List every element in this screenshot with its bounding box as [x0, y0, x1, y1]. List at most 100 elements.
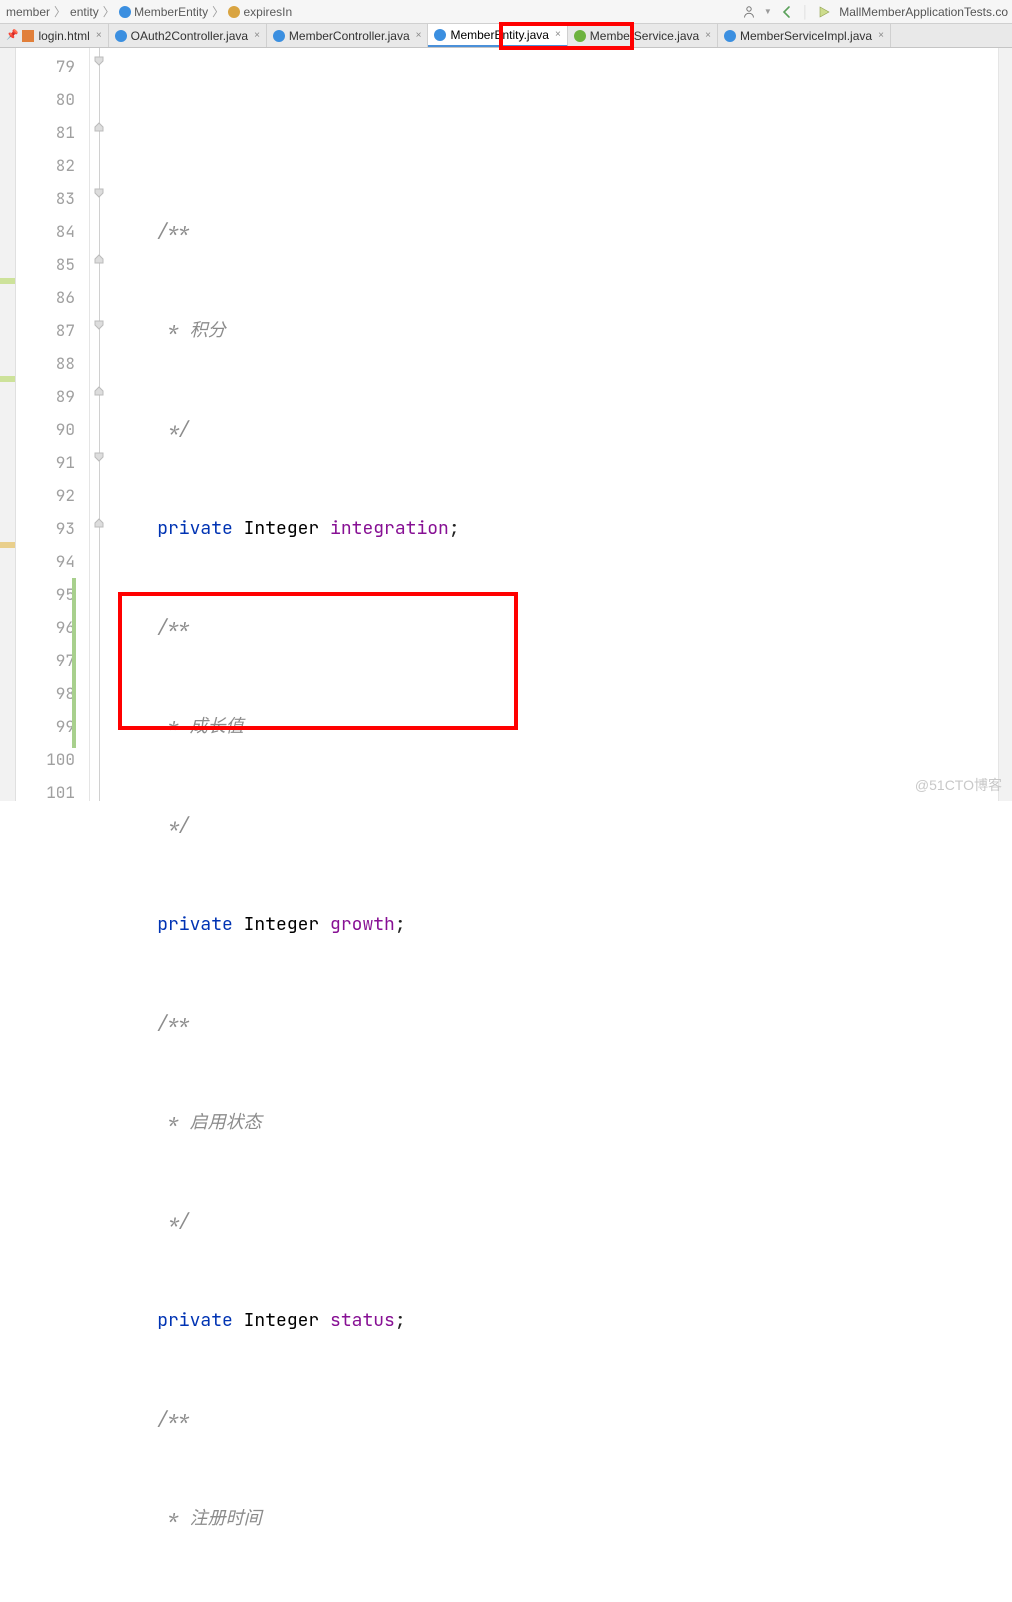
- breadcrumb-item-member[interactable]: member: [2, 5, 54, 19]
- class-icon: [119, 6, 131, 18]
- toolbar-right: ▼ │ MallMemberApplicationTests.co: [742, 5, 1008, 19]
- line-number: 97: [16, 644, 89, 677]
- class-icon: [273, 30, 285, 42]
- editor: 79 80 81 82 83 84 85 86 87 88 89 90 91 9…: [0, 48, 1012, 801]
- code-line: private Integer status;: [110, 1304, 998, 1337]
- header-bar: member 〉 entity 〉 MemberEntity 〉 expires…: [0, 0, 1012, 24]
- chevron-right-icon: 〉: [54, 3, 66, 20]
- close-icon[interactable]: ×: [416, 30, 422, 41]
- line-number: 80: [16, 83, 89, 116]
- breadcrumb: member 〉 entity 〉 MemberEntity 〉 expires…: [2, 3, 296, 20]
- pin-icon: 📌: [6, 30, 18, 41]
- code-line: /**: [110, 611, 998, 644]
- fold-start-icon[interactable]: [94, 320, 104, 330]
- line-number: 81: [16, 116, 89, 149]
- breadcrumb-item-memberentity[interactable]: MemberEntity: [115, 5, 212, 19]
- code-line: */: [110, 413, 998, 446]
- line-number: 88: [16, 347, 89, 380]
- tab-memberentity[interactable]: MemberEntity.java ×: [428, 24, 567, 47]
- breadcrumb-label: expiresIn: [243, 5, 292, 19]
- line-number: 91: [16, 446, 89, 479]
- fold-start-icon[interactable]: [94, 452, 104, 462]
- tab-label: MemberServiceImpl.java: [740, 29, 872, 43]
- editor-tabs: 📌 login.html × OAuth2Controller.java × M…: [0, 24, 1012, 48]
- code-line: * 注册时间: [110, 1502, 998, 1535]
- back-icon[interactable]: [780, 5, 794, 19]
- tab-label: MemberService.java: [590, 29, 699, 43]
- fold-start-icon[interactable]: [94, 56, 104, 66]
- left-marker-stripe: [0, 48, 16, 801]
- line-number: 90: [16, 413, 89, 446]
- breadcrumb-item-expiresin[interactable]: expiresIn: [224, 5, 296, 19]
- line-number: 93: [16, 512, 89, 545]
- right-marker-stripe[interactable]: [998, 48, 1012, 801]
- code-line: */: [110, 809, 998, 842]
- interface-icon: [574, 30, 586, 42]
- caret-down-icon[interactable]: ▼: [764, 7, 772, 16]
- line-number: 92: [16, 479, 89, 512]
- code-area[interactable]: /** * 积分 */ private Integer integration;…: [110, 48, 998, 801]
- user-icon[interactable]: [742, 5, 756, 19]
- breadcrumb-label: MemberEntity: [134, 5, 208, 19]
- tab-memberservice[interactable]: MemberService.java ×: [568, 24, 718, 47]
- code-line: * 积分: [110, 314, 998, 347]
- tab-membercontroller[interactable]: MemberController.java ×: [267, 24, 429, 47]
- close-icon[interactable]: ×: [254, 30, 260, 41]
- fold-end-icon[interactable]: [94, 122, 104, 132]
- close-icon[interactable]: ×: [96, 30, 102, 41]
- line-number: 89: [16, 380, 89, 413]
- fold-end-icon[interactable]: [94, 518, 104, 528]
- line-number: 85: [16, 248, 89, 281]
- line-number: 82: [16, 149, 89, 182]
- code-line: * 成长值: [110, 710, 998, 743]
- code-line: /**: [110, 1007, 998, 1040]
- tab-oauth2controller[interactable]: OAuth2Controller.java ×: [109, 24, 267, 47]
- tab-label: MemberController.java: [289, 29, 410, 43]
- code-line: /**: [110, 215, 998, 248]
- html-file-icon: [22, 30, 34, 42]
- line-number: 94: [16, 545, 89, 578]
- line-number: 101: [16, 776, 89, 809]
- fold-start-icon[interactable]: [94, 188, 104, 198]
- run-icon[interactable]: [817, 5, 831, 19]
- breadcrumb-item-entity[interactable]: entity: [66, 5, 103, 19]
- close-icon[interactable]: ×: [705, 30, 711, 41]
- class-icon: [115, 30, 127, 42]
- code-line: * 启用状态: [110, 1106, 998, 1139]
- chevron-right-icon: 〉: [212, 3, 224, 20]
- line-number: 86: [16, 281, 89, 314]
- line-number: 83: [16, 182, 89, 215]
- tab-label: login.html: [38, 29, 89, 43]
- code-line: private Integer integration;: [110, 512, 998, 545]
- code-line: private Integer growth;: [110, 908, 998, 941]
- breadcrumb-label: entity: [70, 5, 99, 19]
- tab-login-html[interactable]: 📌 login.html ×: [0, 24, 109, 47]
- close-icon[interactable]: ×: [878, 30, 884, 41]
- line-number: 87: [16, 314, 89, 347]
- field-icon: [228, 6, 240, 18]
- line-number: 98: [16, 677, 89, 710]
- class-icon: [434, 29, 446, 41]
- fold-column: [90, 48, 110, 801]
- fold-end-icon[interactable]: [94, 254, 104, 264]
- fold-end-icon[interactable]: [94, 386, 104, 396]
- class-icon: [724, 30, 736, 42]
- line-number: 99: [16, 710, 89, 743]
- tab-label: MemberEntity.java: [450, 28, 548, 42]
- code-line: */: [110, 1205, 998, 1238]
- code-line: */: [110, 1601, 998, 1602]
- line-gutter: 79 80 81 82 83 84 85 86 87 88 89 90 91 9…: [16, 48, 90, 801]
- chevron-right-icon: 〉: [103, 3, 115, 20]
- line-number: 79: [16, 50, 89, 83]
- line-number: 95: [16, 578, 89, 611]
- code-line: /**: [110, 1403, 998, 1436]
- tab-memberserviceimpl[interactable]: MemberServiceImpl.java ×: [718, 24, 891, 47]
- separator: │: [802, 5, 810, 19]
- run-config-label[interactable]: MallMemberApplicationTests.co: [839, 5, 1008, 19]
- close-icon[interactable]: ×: [555, 29, 561, 40]
- line-number: 100: [16, 743, 89, 776]
- line-number: 96: [16, 611, 89, 644]
- line-number: 84: [16, 215, 89, 248]
- tab-label: OAuth2Controller.java: [131, 29, 248, 43]
- breadcrumb-label: member: [6, 5, 50, 19]
